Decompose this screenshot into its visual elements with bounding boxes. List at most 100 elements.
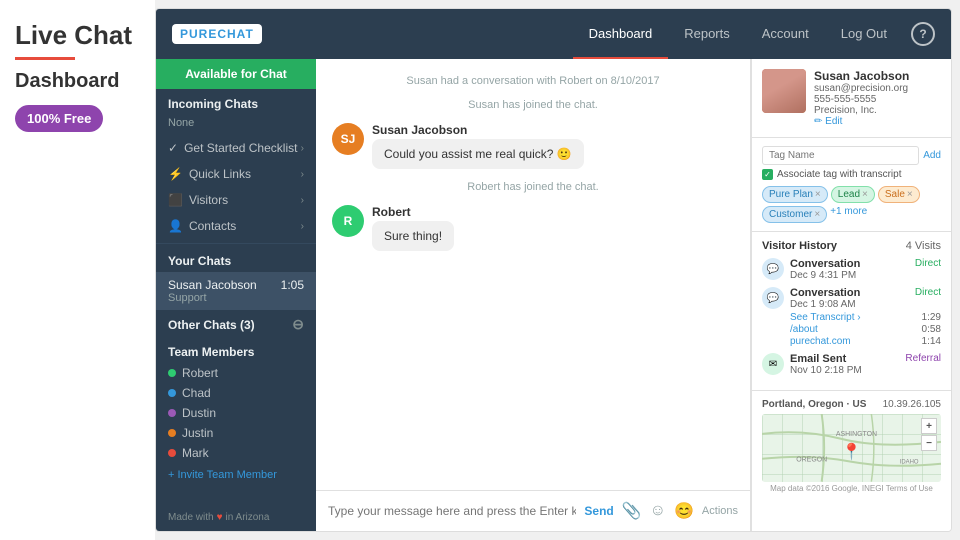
- divider: [156, 243, 316, 244]
- history-date-1: Dec 9 4:31 PM: [790, 270, 909, 281]
- sub-time-2: 0:58: [922, 324, 941, 335]
- history-date-3: Nov 10 2:18 PM: [790, 365, 899, 376]
- history-item-2: 💬 Conversation Dec 1 9:08 AM Direct See …: [762, 287, 941, 347]
- tag-pure-plan: Pure Plan ×: [762, 186, 828, 203]
- email-history-icon: ✉: [762, 353, 784, 375]
- visitor-header: Susan Jacobson susan@precision.org 555-5…: [752, 59, 951, 138]
- chat-message-susan: SJ Susan Jacobson Could you assist me re…: [332, 123, 734, 169]
- tags-list: Pure Plan × Lead × Sale × Customer ×: [762, 186, 941, 223]
- sub-link-row-1: See Transcript › 1:29: [790, 312, 941, 323]
- visitor-email: susan@precision.org: [814, 83, 941, 94]
- tag-input[interactable]: [762, 146, 919, 165]
- status-dot-robert: [168, 369, 176, 377]
- tag-sale: Sale ×: [878, 186, 920, 203]
- status-dot-mark: [168, 449, 176, 457]
- map-location: Portland, Oregon · US: [762, 399, 866, 410]
- smiley-icon[interactable]: 😊: [674, 501, 694, 521]
- nav-quick-links[interactable]: ⚡ Quick Links ›: [156, 161, 316, 187]
- logo-text: PURE: [180, 27, 217, 41]
- map-zoom-out[interactable]: −: [921, 435, 937, 451]
- transcript-link[interactable]: See Transcript ›: [790, 312, 861, 323]
- attachment-icon[interactable]: 📎: [622, 501, 642, 521]
- tag-add-button[interactable]: Add: [923, 150, 941, 161]
- status-dot-chad: [168, 389, 176, 397]
- send-button[interactable]: Send: [584, 504, 613, 518]
- team-name-dustin: Dustin: [182, 406, 216, 420]
- map-ip: 10.39.26.105: [883, 399, 941, 410]
- help-button[interactable]: ?: [911, 22, 935, 46]
- visitor-edit-link[interactable]: ✏ Edit: [814, 116, 941, 127]
- history-sub-links: See Transcript › 1:29 /about 0:58 purech…: [762, 312, 941, 347]
- associate-checkbox[interactable]: ✓: [762, 169, 773, 180]
- team-member-robert: Robert: [156, 363, 316, 383]
- nav-contacts[interactable]: 👤 Contacts ›: [156, 213, 316, 239]
- history-right-1: Direct: [915, 258, 941, 281]
- check-icon: ✓: [168, 141, 178, 155]
- purechat-link[interactable]: purechat.com: [790, 336, 851, 347]
- right-panel: Susan Jacobson susan@precision.org 555-5…: [751, 59, 951, 531]
- team-member-mark: Mark: [156, 443, 316, 463]
- more-tags-link[interactable]: +1 more: [830, 206, 867, 223]
- visitor-name: Susan Jacobson: [814, 69, 941, 83]
- svg-text:IDAHO: IDAHO: [900, 460, 919, 466]
- chat-history-icon-2: 💬: [762, 287, 784, 309]
- tag-remove-customer[interactable]: ×: [814, 209, 820, 220]
- map-zoom-in[interactable]: +: [921, 418, 937, 434]
- your-chats-title: Your Chats: [156, 248, 316, 272]
- actions-button[interactable]: Actions: [702, 505, 738, 517]
- main-app: PURECHAT Dashboard Reports Account Log O…: [155, 8, 952, 532]
- system-message-2: Susan has joined the chat.: [332, 99, 734, 111]
- tag-remove-lead[interactable]: ×: [862, 189, 868, 200]
- lightning-icon: ⚡: [168, 167, 183, 181]
- bubble-content-robert: Robert Sure thing!: [372, 205, 454, 251]
- emoji-icon[interactable]: ☺: [650, 502, 666, 520]
- bubble-robert: Sure thing!: [372, 221, 454, 251]
- incoming-chats-title: Incoming Chats: [156, 89, 316, 115]
- visitor-company: Precision, Inc.: [814, 105, 941, 116]
- available-status[interactable]: Available for Chat: [156, 59, 316, 89]
- visitor-phone: 555-555-5555: [814, 94, 941, 105]
- history-source-1: Direct: [915, 258, 941, 269]
- chevron-icon: ›: [301, 169, 304, 180]
- nav-visitors[interactable]: ⬛ Visitors ›: [156, 187, 316, 213]
- chat-time: 1:05: [281, 278, 304, 292]
- map-container[interactable]: ASHINGTON OREGON IDAHO 📍 + −: [762, 414, 941, 482]
- nav-label: Get Started Checklist: [184, 141, 297, 155]
- avatar-susan: SJ: [332, 123, 364, 155]
- status-dot-justin: [168, 429, 176, 437]
- nav-account[interactable]: Account: [746, 9, 825, 59]
- incoming-none: None: [156, 115, 316, 135]
- logo: PURECHAT: [172, 24, 262, 44]
- history-title: Visitor History: [762, 240, 837, 252]
- tag-remove-pure-plan[interactable]: ×: [815, 189, 821, 200]
- nav-reports[interactable]: Reports: [668, 9, 746, 59]
- chevron-icon: ›: [301, 221, 304, 232]
- map-controls: + −: [921, 418, 937, 451]
- minus-icon[interactable]: ⊖: [292, 316, 304, 333]
- nav-logout[interactable]: Log Out: [825, 9, 903, 59]
- history-type-1: Conversation: [790, 258, 909, 270]
- invite-team-link[interactable]: + Invite Team Member: [156, 463, 316, 487]
- history-details-2: Conversation Dec 1 9:08 AM: [790, 287, 909, 310]
- app-subtitle: Dashboard: [15, 70, 140, 93]
- tag-remove-sale[interactable]: ×: [907, 189, 913, 200]
- about-link[interactable]: /about: [790, 324, 818, 335]
- history-visits: 4 Visits: [906, 240, 941, 252]
- chat-message-robert: R Robert Sure thing!: [332, 205, 734, 251]
- team-name-robert: Robert: [182, 366, 218, 380]
- history-right-2: Direct: [915, 287, 941, 310]
- active-chat-item[interactable]: Susan Jacobson 1:05 Support: [156, 272, 316, 310]
- other-chats-title: Other Chats (3): [168, 318, 255, 332]
- nav-links: Dashboard Reports Account Log Out ?: [573, 9, 935, 59]
- chat-input[interactable]: [328, 504, 576, 518]
- contacts-icon: 👤: [168, 219, 183, 233]
- history-item-1: 💬 Conversation Dec 9 4:31 PM Direct: [762, 258, 941, 281]
- nav-get-started[interactable]: ✓ Get Started Checklist ›: [156, 135, 316, 161]
- footer-made: Made with: [168, 512, 214, 523]
- nav-dashboard[interactable]: Dashboard: [573, 9, 669, 59]
- avatar-robert: R: [332, 205, 364, 237]
- sub-time-3: 1:14: [922, 336, 941, 347]
- history-details-1: Conversation Dec 9 4:31 PM: [790, 258, 909, 281]
- bubble-susan: Could you assist me real quick? 🙂: [372, 139, 584, 169]
- team-name-justin: Justin: [182, 426, 213, 440]
